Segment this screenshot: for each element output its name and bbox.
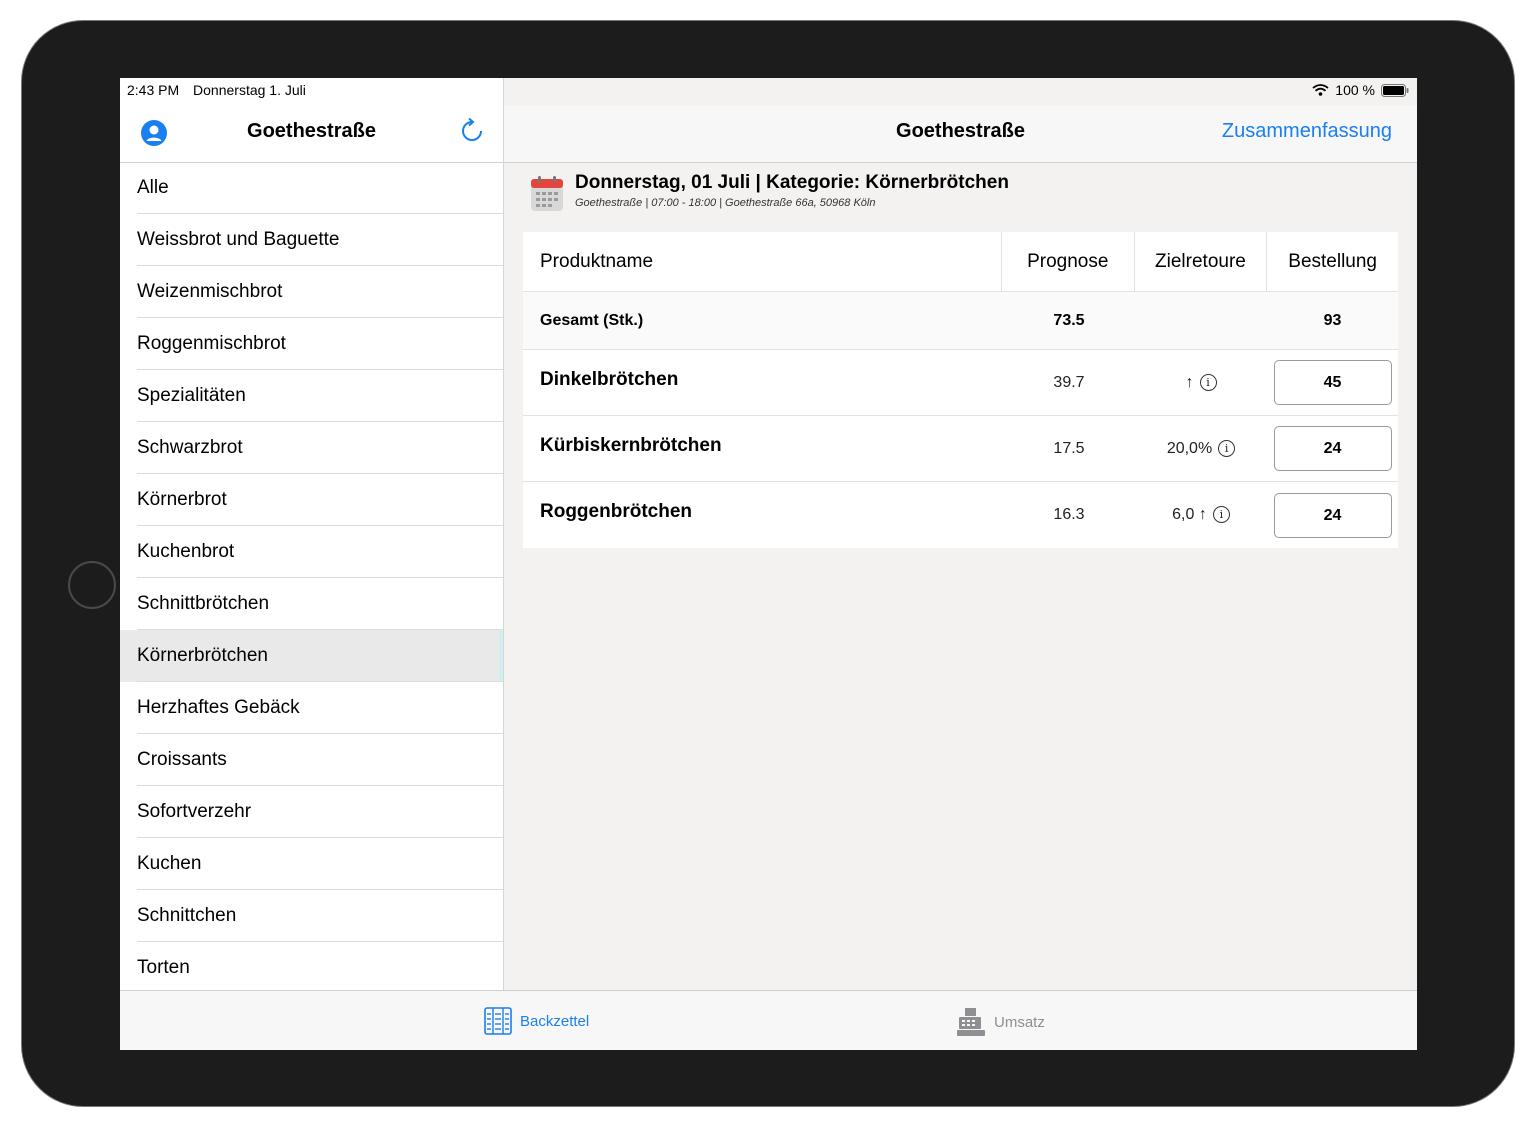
category-item[interactable]: Herzhaftes Gebäck xyxy=(120,682,503,734)
info-icon[interactable]: i xyxy=(1199,373,1217,391)
summary-button[interactable]: Zusammenfassung xyxy=(1222,120,1392,143)
category-item[interactable]: Weizenmischbrot xyxy=(120,266,503,318)
category-item[interactable]: Torten xyxy=(120,942,503,990)
page-title: Donnerstag, 01 Juli | Kategorie: Körnerb… xyxy=(575,172,1009,193)
status-bar-left: 2:43 PM Donnerstag 1. Juli xyxy=(127,82,306,98)
total-prognose: 73.5 xyxy=(1053,311,1085,329)
category-item[interactable]: Alle xyxy=(120,162,503,214)
info-icon[interactable]: i xyxy=(1212,506,1230,524)
category-item[interactable]: Spezialitäten xyxy=(120,370,503,422)
order-quantity-input[interactable]: 24 xyxy=(1273,426,1392,471)
tab-label: Backzettel xyxy=(520,1012,590,1030)
order-quantity-input[interactable]: 45 xyxy=(1273,360,1392,405)
header-zielretoure: Zielretoure xyxy=(1135,231,1268,292)
sidebar-nav-bar: Goethestraße xyxy=(120,106,503,163)
home-button[interactable] xyxy=(68,561,116,609)
wifi-icon xyxy=(1312,84,1329,96)
category-item[interactable]: Croissants xyxy=(120,734,503,786)
calendar-icon xyxy=(531,176,563,211)
product-zielretoure: ↑ i xyxy=(1135,374,1267,392)
category-list: Alle Weissbrot und Baguette Weizenmischb… xyxy=(120,162,503,990)
product-zielretoure: 20,0% i xyxy=(1135,440,1267,458)
category-item[interactable]: Kuchen xyxy=(120,838,503,890)
product-name: Dinkelbrötchen xyxy=(540,368,679,390)
table-row: Kürbiskernbrötchen 17.5 20,0% i 24 xyxy=(523,416,1398,482)
zielretoure-value: 6,0 ↑ xyxy=(1172,506,1207,523)
category-item[interactable]: Kuchenbrot xyxy=(120,526,503,578)
table-total-row: Gesamt (Stk.) 73.5 93 xyxy=(523,292,1398,350)
table-header-row: Produktname Prognose Zielretoure Bestell… xyxy=(523,231,1398,292)
tab-label: Umsatz xyxy=(994,1013,1045,1031)
product-table: Produktname Prognose Zielretoure Bestell… xyxy=(523,231,1398,548)
cash-register-icon xyxy=(957,1008,985,1036)
category-item[interactable]: Schnittbrötchen xyxy=(120,578,503,630)
product-name: Kürbiskernbrötchen xyxy=(540,434,722,456)
table-row: Dinkelbrötchen 39.7 ↑ i 45 xyxy=(523,350,1398,416)
zielretoure-value: 20,0% xyxy=(1166,439,1213,457)
category-item[interactable]: Roggenmischbrot xyxy=(120,318,503,370)
detail-pane: 100 % Goethestraße Zusammenfassung Donne… xyxy=(504,78,1417,990)
detail-nav-bar: Goethestraße Zusammenfassung xyxy=(504,106,1417,163)
order-cell: 24 xyxy=(1267,426,1398,471)
header-produktname: Produktname xyxy=(523,231,1002,292)
info-icon[interactable]: i xyxy=(1218,439,1236,457)
product-prognose: 39.7 xyxy=(1053,373,1085,391)
status-time: 2:43 PM xyxy=(127,82,180,98)
refresh-icon[interactable] xyxy=(458,117,486,145)
screen: 2:43 PM Donnerstag 1. Juli Goethestraße … xyxy=(120,78,1417,1050)
product-zielretoure: 6,0 ↑ i xyxy=(1135,506,1267,524)
total-bestellung: 93 xyxy=(1323,311,1342,329)
order-cell: 45 xyxy=(1267,360,1398,405)
category-item-selected[interactable]: Körnerbrötchen xyxy=(120,630,503,682)
order-cell: 24 xyxy=(1267,492,1398,538)
header-prognose: Prognose xyxy=(1002,231,1135,292)
battery-icon xyxy=(1381,83,1409,97)
status-date: Donnerstag 1. Juli xyxy=(193,82,306,98)
table-row: Roggenbrötchen 16.3 6,0 ↑ i 24 xyxy=(523,482,1398,548)
tab-backzettel[interactable]: Backzettel xyxy=(484,1007,589,1035)
sidebar: 2:43 PM Donnerstag 1. Juli Goethestraße … xyxy=(120,78,504,990)
product-name: Roggenbrötchen xyxy=(540,501,692,522)
category-item[interactable]: Schwarzbrot xyxy=(120,422,503,474)
list-icon xyxy=(484,1007,512,1035)
sidebar-title: Goethestraße xyxy=(247,120,376,142)
zielretoure-value: ↑ xyxy=(1185,373,1194,391)
product-prognose: 17.5 xyxy=(1053,439,1085,457)
page-subtitle: Goethestraße | 07:00 - 18:00 | Goethestr… xyxy=(575,197,876,209)
product-prognose: 16.3 xyxy=(1053,506,1085,523)
tab-umsatz[interactable]: Umsatz xyxy=(956,1007,1045,1037)
status-bar-right: 100 % xyxy=(1312,82,1409,98)
order-quantity-input[interactable]: 24 xyxy=(1273,492,1392,538)
category-item[interactable]: Sofortverzehr xyxy=(120,786,503,838)
category-item[interactable]: Schnittchen xyxy=(120,890,503,942)
tab-bar: Backzettel Umsatz xyxy=(120,990,1417,1050)
total-label: Gesamt (Stk.) xyxy=(540,311,644,329)
battery-percent: 100 % xyxy=(1335,82,1375,98)
category-item[interactable]: Körnerbrot xyxy=(120,474,503,526)
header-bestellung: Bestellung xyxy=(1288,250,1377,272)
category-item[interactable]: Weissbrot und Baguette xyxy=(120,214,503,266)
